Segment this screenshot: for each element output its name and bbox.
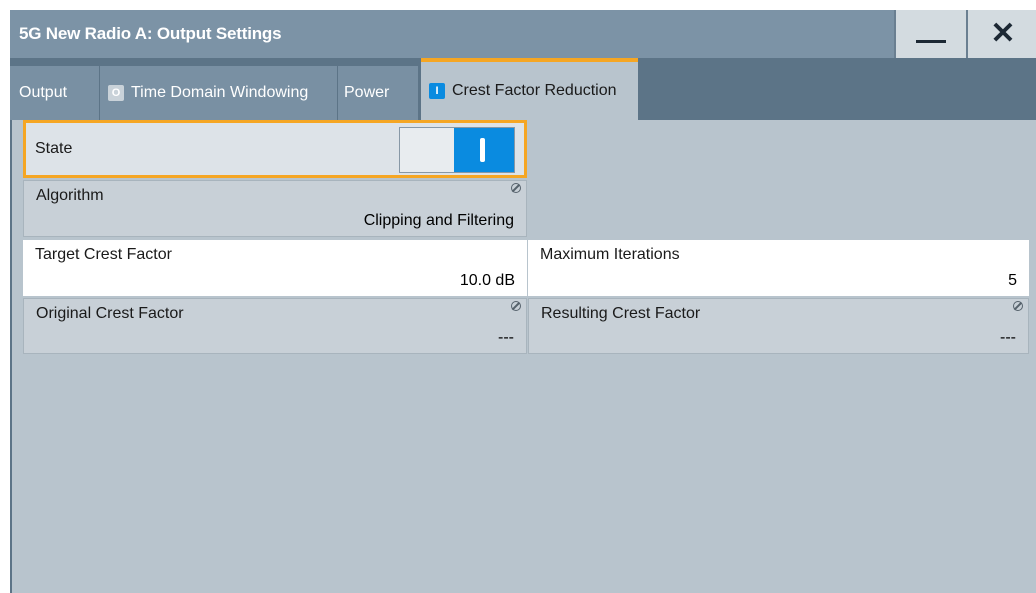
maximum-iterations-label: Maximum Iterations — [540, 246, 680, 263]
tab-time-domain-windowing-label: Time Domain Windowing — [131, 84, 309, 101]
target-crest-factor-label: Target Crest Factor — [35, 246, 172, 263]
close-icon: ✕ — [990, 17, 1016, 50]
state-field[interactable]: State — [23, 120, 527, 178]
tab-power-label: Power — [344, 84, 390, 101]
output-settings-dialog: 5G New Radio A: Output Settings ✕ Output… — [10, 10, 1036, 593]
tab-output[interactable]: Output — [10, 66, 99, 120]
tab-power[interactable]: Power — [338, 66, 418, 120]
read-only-icon — [511, 301, 521, 311]
resulting-crest-factor-value: --- — [1000, 329, 1016, 346]
close-button[interactable]: ✕ — [966, 10, 1036, 58]
original-crest-factor-label: Original Crest Factor — [36, 305, 184, 322]
minimize-icon — [916, 39, 946, 43]
state-toggle[interactable] — [399, 127, 515, 173]
target-crest-factor-field[interactable]: Target Crest Factor 10.0 dB — [23, 240, 527, 296]
algorithm-field: Algorithm Clipping and Filtering — [23, 180, 527, 237]
toggle-on-icon — [480, 138, 485, 162]
algorithm-value: Clipping and Filtering — [363, 212, 514, 229]
minimize-button[interactable] — [894, 10, 966, 58]
maximum-iterations-value: 5 — [1008, 272, 1017, 289]
state-label: State — [35, 140, 73, 157]
tab-crest-factor-reduction[interactable]: I Crest Factor Reduction — [421, 58, 638, 120]
original-crest-factor-value: --- — [498, 329, 514, 346]
resulting-crest-factor-field: Resulting Crest Factor --- — [528, 298, 1029, 354]
target-crest-factor-value: 10.0 dB — [459, 272, 515, 289]
state-off-indicator-icon: O — [108, 85, 124, 101]
tab-time-domain-windowing[interactable]: O Time Domain Windowing — [100, 66, 337, 120]
tab-crest-factor-reduction-label: Crest Factor Reduction — [452, 82, 617, 99]
read-only-icon — [1013, 301, 1023, 311]
tab-output-label: Output — [19, 84, 68, 101]
dialog-title: 5G New Radio A: Output Settings — [19, 24, 282, 43]
resulting-crest-factor-label: Resulting Crest Factor — [541, 305, 701, 322]
state-on-indicator-icon: I — [429, 83, 445, 99]
algorithm-label: Algorithm — [36, 187, 104, 204]
read-only-icon — [511, 183, 521, 193]
toggle-off-area — [400, 128, 454, 172]
original-crest-factor-field: Original Crest Factor --- — [23, 298, 527, 354]
title-bar: 5G New Radio A: Output Settings ✕ — [10, 10, 1036, 58]
maximum-iterations-field[interactable]: Maximum Iterations 5 — [528, 240, 1029, 296]
